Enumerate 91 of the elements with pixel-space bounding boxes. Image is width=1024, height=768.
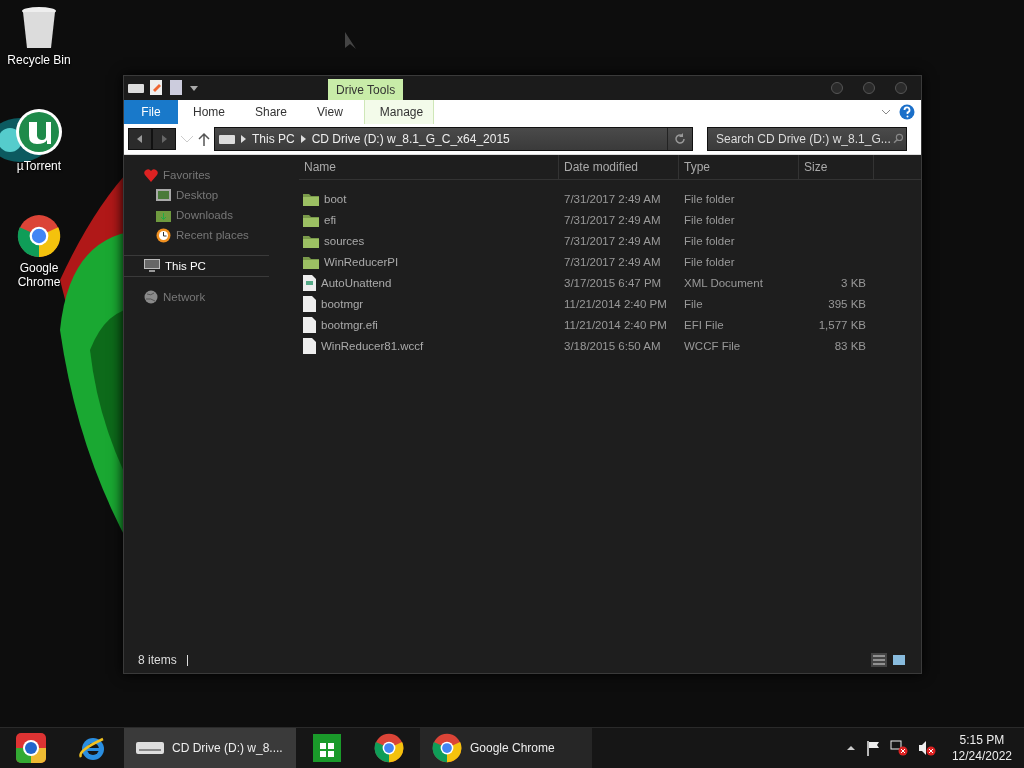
nav-item[interactable]: Favorites [124,165,289,185]
file-name[interactable]: bootmgr [299,295,559,312]
cd-drive-icon [136,741,164,755]
date-cell-text: 7/31/2017 2:49 AM [563,234,662,247]
drive-icon [219,133,235,145]
trash-bin-icon [21,6,57,50]
column-header[interactable]: Name [299,155,559,179]
address-bar[interactable]: This PC CD Drive (D:) w_8.1_G_C_x64_2015 [214,127,693,151]
flag-icon[interactable] [865,740,880,756]
type-cell-text: File folder [683,192,736,205]
size-cell-text: 1,577 KB [817,318,867,331]
clock-icon [156,227,171,243]
chrome-icon [17,214,61,258]
speaker-muted-icon[interactable] [917,740,936,756]
xml-file-icon [303,274,316,291]
large-icons-view-icon[interactable] [891,653,907,667]
file-icon [303,316,316,333]
file-name[interactable]: WinReducerPI [299,254,559,269]
column-header[interactable]: Size [799,155,874,179]
up-arrow-icon[interactable] [198,132,210,146]
search-field[interactable]: Search CD Drive (D:) w_8.1_G... [707,127,907,151]
file-icon [303,295,316,312]
size-cell-text: 83 KB [833,339,867,352]
file-icon [303,337,316,354]
column-header[interactable]: Type [679,155,799,179]
nav-item[interactable]: Desktop [124,185,289,205]
nav-item[interactable]: Network [124,287,289,307]
file-name[interactable]: bootmgr.efi [299,316,559,333]
file-name[interactable]: sources [299,233,559,248]
file-name[interactable]: efi [299,212,559,227]
date-cell-text: 3/17/2015 6:47 PM [563,276,663,289]
item-count: 8 items [138,653,177,667]
breadcrumb-arrow-icon[interactable] [241,135,246,143]
ribbon-tab[interactable]: Manage [363,100,434,124]
folder-icon [303,233,319,248]
caret-up-icon[interactable] [845,743,856,753]
back-arrow-icon [136,135,144,143]
size-cell-text: 3 KB [840,276,867,289]
breadcrumb[interactable]: This PC [252,132,295,146]
desktop-icon-label[interactable]: µTorrent [7,159,71,173]
ribbon-tab[interactable]: File [124,100,178,124]
breadcrumb-arrow-icon[interactable] [300,135,306,143]
back-button[interactable] [128,128,152,150]
type-cell-text: File folder [683,234,736,247]
date-cell-text: 11/21/2014 2:40 PM [563,318,668,331]
clock[interactable]: 5:15 PM 12/24/2022 [951,732,1012,764]
contextual-tab-header: Drive Tools [328,79,404,100]
date-cell-text: 7/31/2017 2:49 AM [563,192,662,205]
size-cell-text: 395 KB [827,297,867,310]
taskbar-button[interactable]: CD Drive (D:) w_8.... [124,728,296,768]
nav-item[interactable]: Recent places [124,225,289,245]
torrent-logo-icon [15,108,63,156]
file-name[interactable]: AutoUnattend [299,274,559,291]
desktop-icon-label[interactable]: Recycle Bin [7,53,71,67]
mouse-cursor-icon [345,32,356,49]
date-cell-text: 7/31/2017 2:49 AM [563,213,662,226]
computer-icon [144,259,160,273]
desktop-icon-label[interactable]: Google Chrome [7,261,71,289]
type-cell-text: File folder [683,213,736,226]
network-error-icon[interactable] [889,740,908,756]
type-cell-text: XML Document [683,276,764,289]
folder-icon [303,212,319,227]
folder-icon [303,254,319,269]
drive-icon [128,82,144,94]
breadcrumb[interactable]: CD Drive (D:) w_8.1_G_C_x64_2015 [311,132,510,146]
folder-icon [303,191,319,206]
date-cell-text: 7/31/2017 2:49 AM [563,255,662,268]
chrome-icon [432,733,462,763]
type-cell-text: WCCF File [683,339,742,352]
date-cell-text: 3/18/2015 6:50 AM [563,339,662,352]
column-header[interactable]: Date modified [559,155,679,179]
file-name[interactable]: WinReducer81.wccf [299,337,559,354]
taskbar-button[interactable]: Google Chrome [420,728,592,768]
globe-icon [144,290,158,304]
chrome-icon [374,733,404,763]
type-cell-text: File [683,297,704,310]
date-cell-text: 11/21/2014 2:40 PM [563,297,668,310]
dropdown-caret-icon[interactable] [190,84,198,92]
nav-item[interactable]: This PC [124,255,269,277]
heart-icon [144,168,158,182]
type-cell-text: EFI File [683,318,725,331]
forward-arrow-icon [160,135,168,143]
type-cell-text: File folder [683,255,736,268]
properties-icon[interactable] [150,80,164,96]
store-icon [313,734,341,762]
desktop-icon [156,189,171,201]
file-name[interactable]: boot [299,191,559,206]
nav-item[interactable]: Downloads [124,205,289,225]
downloads-folder-icon [156,208,171,222]
forward-button[interactable] [152,128,176,150]
start-orb-icon [15,732,47,764]
